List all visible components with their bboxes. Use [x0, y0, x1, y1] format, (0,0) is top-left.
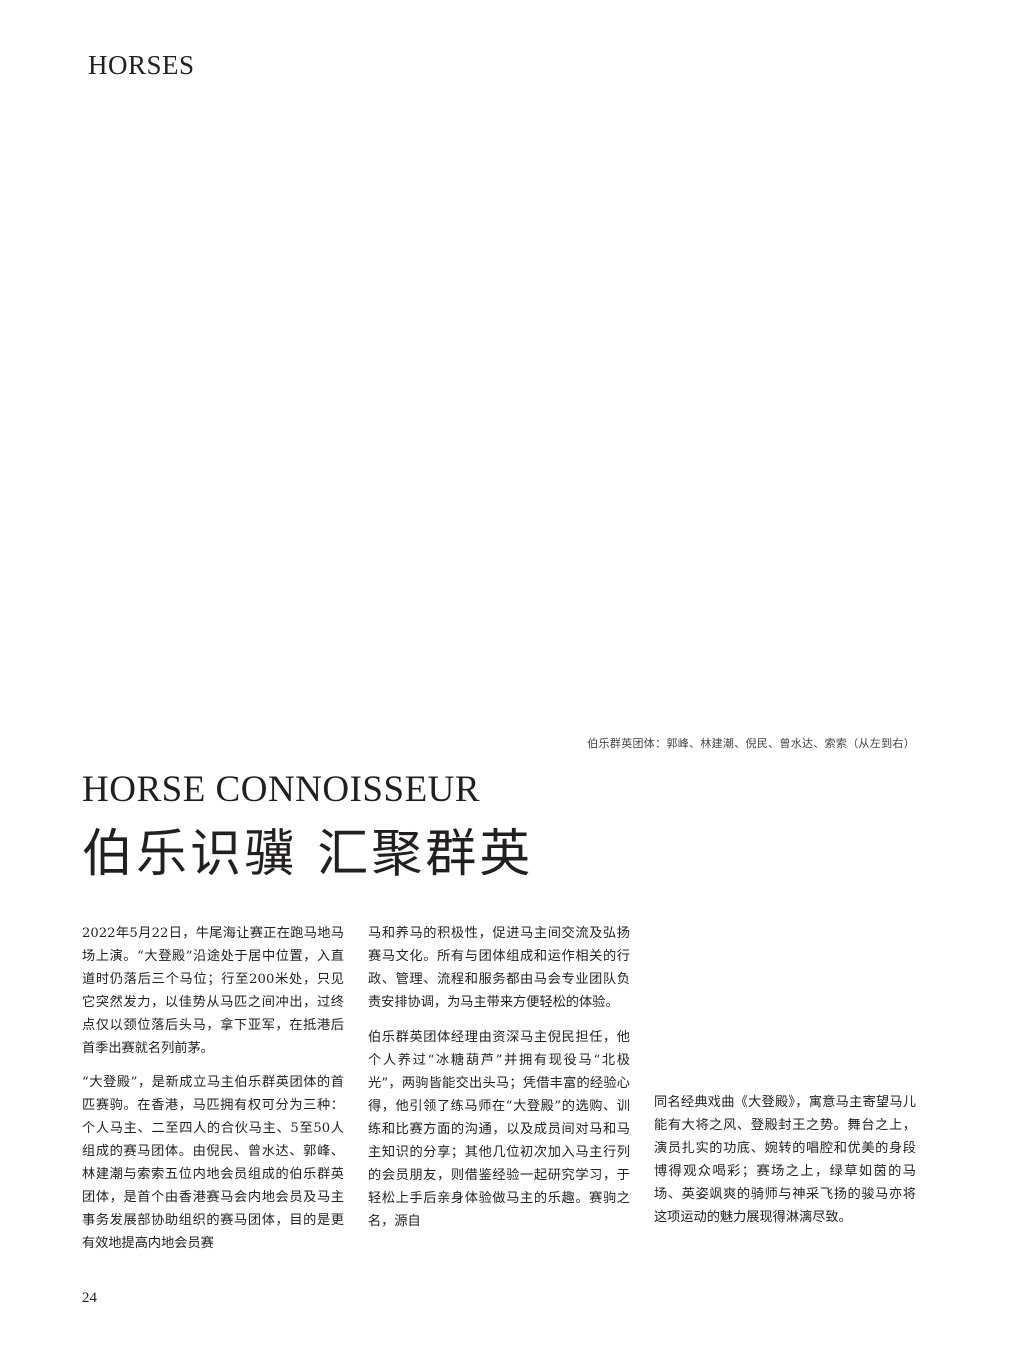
section-label: HORSES [88, 50, 195, 80]
paragraph: 2022年5月22日，牛尾海让赛正在跑马地马场上演。“大登殿”沿途处于居中位置，… [82, 926, 344, 1056]
paragraph: 马和养马的积极性，促进马主间交流及弘扬赛马文化。所有与团体组成和运作相关的行政、… [368, 926, 630, 1010]
article-title-chinese: 伯乐识骥 汇聚群英 [82, 825, 534, 884]
text-column-3: 同名经典戏曲《大登殿》，寓意马主寄望马儿能有大将之风、登殿封王之势。舞台之上，演… [654, 1091, 916, 1240]
page-number: 24 [82, 1290, 97, 1306]
text-column-1: 2022年5月22日，牛尾海让赛正在跑马地马场上演。“大登殿”沿途处于居中位置，… [82, 922, 344, 1266]
paragraph: 伯乐群英团体经理由资深马主倪民担任，他个人养过“冰糖葫芦”并拥有现役马“北极光”… [368, 1030, 630, 1229]
paragraph: “大登殿”，是新成立马主伯乐群英团体的首匹赛驹。在香港，马匹拥有权可分为三种：个… [82, 1075, 344, 1251]
magazine-page: HORSES 伯乐群英团体：郭峰、林建潮、倪民、曾水达、索索（从左到右） HOR… [0, 0, 1012, 1350]
article-title-english: HORSE CONNOISSEUR [82, 769, 481, 810]
photo-caption: 伯乐群英团体：郭峰、林建潮、倪民、曾水达、索索（从左到右） [587, 737, 915, 750]
photo-placeholder [0, 100, 1012, 720]
paragraph: 同名经典戏曲《大登殿》，寓意马主寄望马儿能有大将之风、登殿封王之势。舞台之上，演… [654, 1095, 916, 1225]
text-column-2: 马和养马的积极性，促进马主间交流及弘扬赛马文化。所有与团体组成和运作相关的行政、… [368, 922, 630, 1244]
